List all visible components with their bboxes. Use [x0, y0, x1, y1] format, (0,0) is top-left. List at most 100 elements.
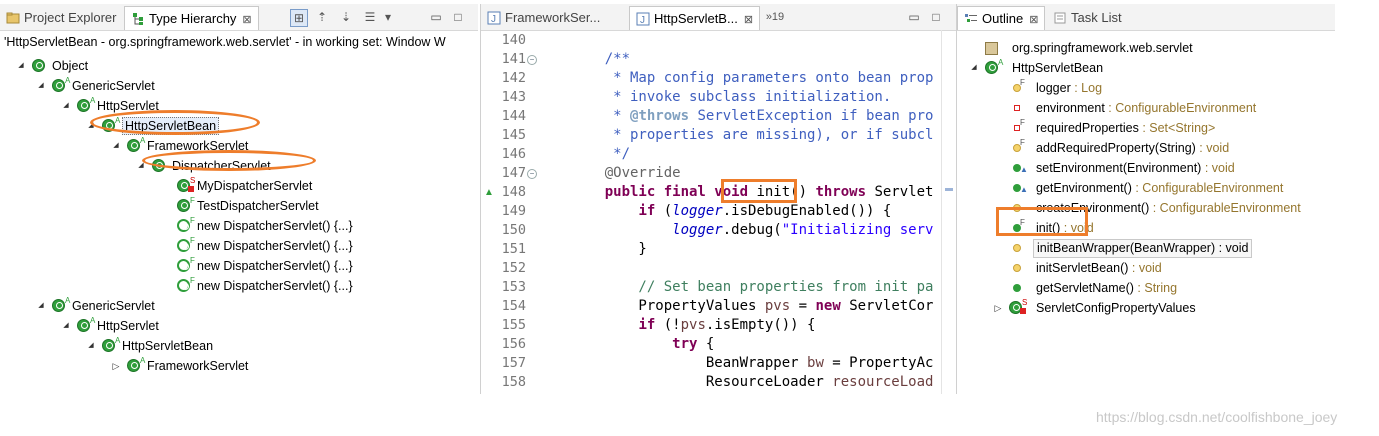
- outline-item-label: requiredProperties : Set<String>: [1036, 118, 1215, 138]
- modifier-marker: F: [190, 256, 195, 265]
- highlight-init-call: [721, 179, 797, 203]
- fold-toggle-icon[interactable]: −: [527, 169, 537, 179]
- outline-item[interactable]: initServletBean() : void: [957, 258, 1377, 278]
- history-list-icon[interactable]: ☰: [362, 9, 378, 25]
- outline-item[interactable]: Flogger : Log: [957, 78, 1377, 98]
- collapse-arrow-icon[interactable]: ◢: [969, 58, 979, 78]
- tree-item[interactable]: Fnew DispatcherServlet() {...}: [0, 236, 478, 256]
- tree-item[interactable]: ◢ A HttpServlet: [0, 316, 478, 336]
- ruler-marker[interactable]: [945, 188, 953, 191]
- tree-item[interactable]: ◢ A HttpServletBean: [0, 336, 478, 356]
- modifier-marker: S: [190, 176, 196, 185]
- tab-outline[interactable]: Outline ⊠: [957, 6, 1046, 30]
- outline-item[interactable]: ▷ S ServletConfigPropertyValues: [957, 298, 1377, 318]
- tree-item[interactable]: ◢ A GenericServlet: [0, 296, 478, 316]
- outline-item-label: setEnvironment(Environment) : void: [1036, 158, 1235, 178]
- outline-item[interactable]: ◢ A HttpServletBean: [957, 58, 1377, 78]
- tab-framework-servlet[interactable]: J FrameworkSer...: [481, 6, 606, 29]
- outline-item[interactable]: environment : ConfigurableEnvironment: [957, 98, 1377, 118]
- tree-item[interactable]: Fnew DispatcherServlet() {...}: [0, 276, 478, 296]
- tree-item[interactable]: ◢ A GenericServlet: [0, 76, 478, 96]
- abstract-marker: A: [998, 58, 1004, 67]
- subtype-hierarchy-icon[interactable]: ⇣: [338, 9, 354, 25]
- tab-http-servlet-bean[interactable]: J HttpServletB... ⊠: [629, 6, 761, 30]
- collapse-arrow-icon[interactable]: ◢: [111, 136, 121, 156]
- member-name: setEnvironment(Environment): [1036, 161, 1202, 175]
- collapse-arrow-icon[interactable]: ◢: [61, 316, 71, 336]
- close-icon[interactable]: ⊠: [1029, 14, 1038, 26]
- close-icon[interactable]: ⊠: [744, 14, 753, 26]
- tree-item-label: Object: [52, 59, 89, 73]
- anon-class-icon: [177, 279, 190, 292]
- minimize-icon[interactable]: ▭: [906, 9, 922, 25]
- code-token: BeanWrapper: [571, 355, 808, 371]
- tab-project-explorer[interactable]: Project Explorer: [0, 6, 122, 29]
- outline-item[interactable]: org.springframework.web.servlet: [957, 38, 1377, 58]
- supertype-hierarchy-icon[interactable]: ⇡: [314, 9, 330, 25]
- outline-icon: [965, 14, 977, 22]
- code-token: /**: [571, 51, 631, 67]
- tree-item[interactable]: S MyDispatcherServlet: [0, 176, 478, 196]
- modifier-marker: A: [115, 336, 121, 345]
- collapse-arrow-icon[interactable]: ◢: [61, 96, 71, 116]
- tree-item[interactable]: Fnew DispatcherServlet() {...}: [0, 216, 478, 236]
- code-token: ResourceLoader: [571, 374, 833, 390]
- overview-ruler: [941, 30, 956, 394]
- tree-item[interactable]: Fnew DispatcherServlet() {...}: [0, 256, 478, 276]
- tab-task-list[interactable]: Task List: [1047, 6, 1128, 29]
- member-name: getServletName(): [1036, 281, 1134, 295]
- abstract-class-icon: [52, 79, 65, 92]
- fold-toggle-icon[interactable]: −: [527, 55, 537, 65]
- code-token: .isEmpty()) {: [705, 317, 816, 333]
- member-name: initServletBean(): [1036, 261, 1129, 275]
- collapse-arrow-icon[interactable]: ◢: [86, 336, 96, 356]
- code-line: /**: [571, 51, 630, 67]
- maximize-icon[interactable]: □: [450, 9, 466, 25]
- outline-item[interactable]: FrequiredProperties : Set<String>: [957, 118, 1377, 138]
- code-line: * Map config parameters onto bean prop: [571, 70, 933, 86]
- more-tabs-indicator[interactable]: »19: [763, 9, 787, 25]
- private-field-icon: [1014, 105, 1020, 111]
- code-token: * invoke subclass initialization.: [571, 89, 892, 105]
- code-line: BeanWrapper bw = PropertyAc: [571, 355, 934, 371]
- tree-item[interactable]: ◢ A HttpServlet: [0, 96, 478, 116]
- tree-item[interactable]: ◢ Object: [0, 56, 478, 76]
- expand-arrow-icon[interactable]: ▷: [111, 356, 121, 376]
- outline-item[interactable]: initBeanWrapper(BeanWrapper) : void: [957, 238, 1377, 258]
- tree-item-label: new DispatcherServlet() {...}: [197, 239, 353, 253]
- task-list-icon: [1054, 12, 1066, 24]
- override-marker-icon[interactable]: ▲: [484, 187, 494, 198]
- outline-item[interactable]: getServletName() : String: [957, 278, 1377, 298]
- minimize-icon[interactable]: ▭: [428, 9, 444, 25]
- outline-item[interactable]: ▲ setEnvironment(Environment) : void: [957, 158, 1377, 178]
- abstract-class-icon: [127, 139, 140, 152]
- private-marker-icon: [188, 186, 194, 192]
- maximize-icon[interactable]: □: [928, 9, 944, 25]
- private-marker-icon: [1020, 308, 1026, 314]
- anon-class-icon: [177, 239, 190, 252]
- tree-item[interactable]: ▷ A FrameworkServlet: [0, 356, 478, 376]
- tree-item-label: HttpServletBean: [122, 339, 214, 353]
- show-type-hierarchy-icon[interactable]: ⊞: [290, 9, 308, 27]
- expand-arrow-icon[interactable]: ▷: [993, 298, 1003, 318]
- collapse-arrow-icon[interactable]: ◢: [36, 296, 46, 316]
- highlight-dispatcherservlet: [142, 150, 316, 171]
- tree-item[interactable]: F TestDispatcherServlet: [0, 196, 478, 216]
- collapse-arrow-icon[interactable]: ◢: [36, 76, 46, 96]
- code-line: * invoke subclass initialization.: [571, 89, 891, 105]
- outline-item-label: addRequiredProperty(String) : void: [1036, 138, 1229, 158]
- tab-type-hierarchy[interactable]: Type Hierarchy ⊠: [124, 6, 259, 30]
- code-area[interactable]: 140 141− /** 142 * Map config parameters o…: [481, 30, 941, 394]
- line-number: 156: [501, 336, 526, 352]
- modifier-marker: F: [190, 236, 195, 245]
- close-icon[interactable]: ⊠: [242, 14, 251, 26]
- code-token: if: [638, 317, 656, 333]
- outline-item-label: environment : ConfigurableEnvironment: [1036, 98, 1256, 118]
- code-token: * Map config parameters onto bean prop: [571, 70, 934, 86]
- outline-item[interactable]: ▲ getEnvironment() : ConfigurableEnvironm…: [957, 178, 1377, 198]
- outline-item[interactable]: FaddRequiredProperty(String) : void: [957, 138, 1377, 158]
- view-menu-icon[interactable]: ▾: [380, 9, 396, 25]
- highlight-httpservletbean: [90, 110, 260, 135]
- collapse-arrow-icon[interactable]: ◢: [16, 56, 26, 76]
